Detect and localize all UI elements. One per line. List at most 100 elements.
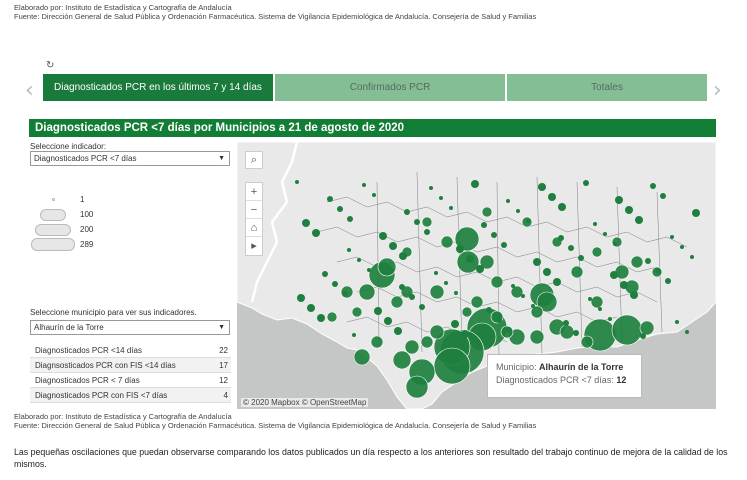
municipality-marker[interactable]: [351, 306, 363, 318]
municipality-marker[interactable]: [613, 242, 617, 246]
municipality-marker[interactable]: [506, 199, 510, 203]
tab-confirmados[interactable]: Confirmados PCR: [275, 74, 505, 101]
municipality-marker[interactable]: [501, 242, 507, 248]
municipality-marker[interactable]: [578, 255, 584, 261]
municipality-marker[interactable]: [568, 245, 574, 251]
municipality-marker[interactable]: [692, 209, 700, 217]
home-icon[interactable]: ⌂: [246, 219, 262, 237]
municipality-marker[interactable]: [591, 246, 603, 258]
map-view[interactable]: ⌕ + − ⌂ ▸ © 2020 Mapbox © OpenStreetMap …: [237, 142, 716, 409]
municipio-dropdown[interactable]: Alhaurín de la Torre ▼: [30, 320, 230, 335]
municipality-marker[interactable]: [332, 281, 338, 287]
municipality-marker[interactable]: [598, 307, 602, 311]
municipality-marker[interactable]: [414, 219, 420, 225]
zoom-out-button[interactable]: −: [246, 201, 262, 219]
municipality-marker[interactable]: [690, 255, 694, 259]
municipality-marker[interactable]: [533, 258, 541, 266]
municipality-marker[interactable]: [490, 275, 504, 289]
municipality-marker[interactable]: [570, 265, 584, 279]
municipality-marker[interactable]: [660, 193, 666, 199]
municipality-marker[interactable]: [374, 307, 382, 315]
municipality-marker[interactable]: [420, 335, 434, 349]
refresh-icon[interactable]: ↻: [46, 60, 54, 71]
municipality-marker[interactable]: [419, 304, 425, 310]
municipality-marker[interactable]: [563, 320, 569, 326]
municipality-marker[interactable]: [352, 333, 356, 337]
municipality-marker[interactable]: [620, 281, 628, 289]
municipality-marker[interactable]: [399, 252, 407, 260]
municipality-marker[interactable]: [511, 284, 515, 288]
tab-totales[interactable]: Totales: [507, 74, 707, 101]
municipality-marker[interactable]: [481, 206, 493, 218]
zoom-in-button[interactable]: +: [246, 183, 262, 201]
municipality-marker[interactable]: [639, 320, 655, 336]
municipality-marker[interactable]: [429, 186, 433, 190]
municipality-marker[interactable]: [405, 375, 429, 399]
municipality-marker[interactable]: [461, 330, 469, 338]
municipality-marker[interactable]: [538, 183, 546, 191]
chevron-right-icon[interactable]: ›: [713, 78, 722, 103]
municipality-marker[interactable]: [379, 232, 387, 240]
municipality-marker[interactable]: [630, 255, 644, 269]
municipality-marker[interactable]: [630, 291, 638, 299]
municipality-marker[interactable]: [466, 255, 474, 263]
play-icon[interactable]: ▸: [246, 237, 262, 255]
municipality-marker[interactable]: [389, 242, 397, 250]
municipality-marker[interactable]: [454, 291, 458, 295]
municipality-marker[interactable]: [476, 265, 484, 273]
municipality-marker[interactable]: [685, 330, 689, 334]
municipality-marker[interactable]: [531, 304, 535, 308]
municipality-marker[interactable]: [559, 324, 575, 340]
municipality-marker[interactable]: [470, 295, 484, 309]
municipality-marker[interactable]: [312, 229, 320, 237]
municipality-marker[interactable]: [394, 327, 402, 335]
municipality-marker[interactable]: [590, 295, 604, 309]
municipality-marker[interactable]: [610, 271, 618, 279]
municipality-marker[interactable]: [297, 294, 305, 302]
municipality-marker[interactable]: [295, 180, 299, 184]
municipality-marker[interactable]: [399, 284, 405, 290]
municipality-marker[interactable]: [367, 268, 371, 272]
municipality-marker[interactable]: [471, 180, 479, 188]
municipality-marker[interactable]: [370, 335, 384, 349]
indicator-dropdown[interactable]: Diagnosticados PCR <7 días ▼: [30, 151, 230, 166]
municipality-marker[interactable]: [615, 196, 623, 204]
municipality-marker[interactable]: [593, 222, 597, 226]
municipality-marker[interactable]: [347, 216, 353, 222]
municipality-marker[interactable]: [347, 248, 351, 252]
municipality-marker[interactable]: [491, 232, 497, 238]
municipality-marker[interactable]: [317, 314, 325, 322]
municipality-marker[interactable]: [322, 271, 328, 277]
municipality-marker[interactable]: [526, 219, 530, 223]
municipality-marker[interactable]: [516, 209, 520, 213]
municipality-marker[interactable]: [481, 222, 487, 228]
municipality-marker[interactable]: [327, 196, 333, 202]
municipality-marker[interactable]: [342, 291, 348, 297]
municipality-marker[interactable]: [665, 278, 671, 284]
municipality-marker[interactable]: [456, 245, 464, 253]
municipality-marker[interactable]: [433, 347, 471, 385]
municipality-marker[interactable]: [307, 304, 315, 312]
municipality-marker[interactable]: [608, 317, 612, 321]
municipality-marker[interactable]: [421, 216, 433, 228]
municipality-marker[interactable]: [529, 329, 545, 345]
municipality-marker[interactable]: [553, 278, 561, 286]
municipality-marker[interactable]: [424, 229, 430, 235]
chevron-left-icon[interactable]: ‹: [25, 78, 34, 103]
municipality-marker[interactable]: [444, 281, 448, 285]
municipality-marker[interactable]: [372, 193, 376, 197]
municipality-marker[interactable]: [377, 257, 397, 277]
municipality-marker[interactable]: [461, 306, 473, 318]
municipality-marker[interactable]: [635, 216, 643, 224]
municipality-marker[interactable]: [439, 196, 443, 200]
municipality-marker[interactable]: [611, 236, 623, 248]
tab-diagnosticados[interactable]: Diagnosticados PCR en los últimos 7 y 14…: [43, 74, 273, 101]
municipality-marker[interactable]: [645, 258, 651, 264]
municipality-marker[interactable]: [655, 268, 661, 274]
municipality-marker[interactable]: [440, 235, 454, 249]
municipality-marker[interactable]: [390, 295, 404, 309]
municipality-marker[interactable]: [358, 283, 376, 301]
municipality-marker[interactable]: [611, 314, 643, 346]
municipality-marker[interactable]: [404, 339, 420, 355]
municipality-marker[interactable]: [640, 333, 646, 339]
